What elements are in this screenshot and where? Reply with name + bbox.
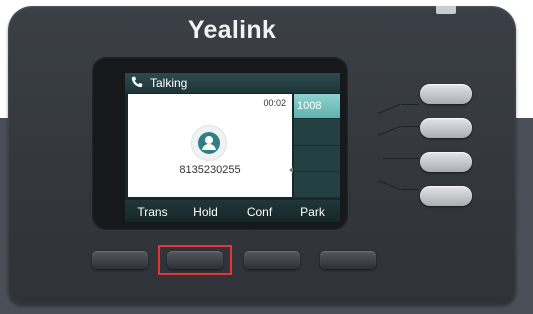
- line-key-connector: [401, 126, 419, 127]
- line-key-connector: [401, 104, 419, 105]
- line-key-4-button[interactable]: [420, 186, 472, 206]
- softkey-trans[interactable]: Trans: [126, 205, 179, 219]
- call-status-label: Talking: [150, 76, 188, 90]
- handset-hook-tab: [436, 6, 456, 14]
- line-key-label-2[interactable]: [294, 120, 340, 146]
- page-indicator-arrow-icon: [289, 167, 293, 173]
- brand-logo: Yealink: [187, 16, 277, 44]
- line-key-label-1[interactable]: 1008: [294, 94, 340, 119]
- softkey-hold[interactable]: Hold: [179, 205, 232, 219]
- line-key-connector: [401, 158, 419, 159]
- status-bar: Talking: [125, 73, 340, 93]
- line-key-label-4[interactable]: [294, 172, 340, 198]
- line-key-3-button[interactable]: [420, 152, 472, 172]
- highlight-box: [158, 245, 232, 275]
- soft-button-conf[interactable]: [244, 251, 300, 269]
- call-duration: 00:02: [263, 98, 286, 108]
- softkey-park[interactable]: Park: [286, 205, 339, 219]
- softkey-conf[interactable]: Conf: [233, 205, 286, 219]
- line-key-connector: [401, 189, 419, 190]
- soft-button-park[interactable]: [320, 251, 376, 269]
- phone-screen: Talking 00:02 8135230255 1008 Trans Hold…: [125, 73, 340, 222]
- line-key-connector: [383, 158, 401, 159]
- line-key-2-button[interactable]: [420, 118, 472, 138]
- soft-button-trans[interactable]: [92, 251, 148, 269]
- active-call-panel: 00:02 8135230255: [128, 94, 293, 197]
- contact-avatar-icon: [191, 125, 227, 161]
- line-key-1-button[interactable]: [420, 84, 472, 104]
- line-key-label-3[interactable]: [294, 146, 340, 172]
- line-keys-panel: 1008: [294, 94, 340, 198]
- caller-number: 8135230255: [179, 164, 241, 176]
- phone-handset-icon: [131, 76, 143, 88]
- softkey-bar: Trans Hold Conf Park: [125, 200, 340, 222]
